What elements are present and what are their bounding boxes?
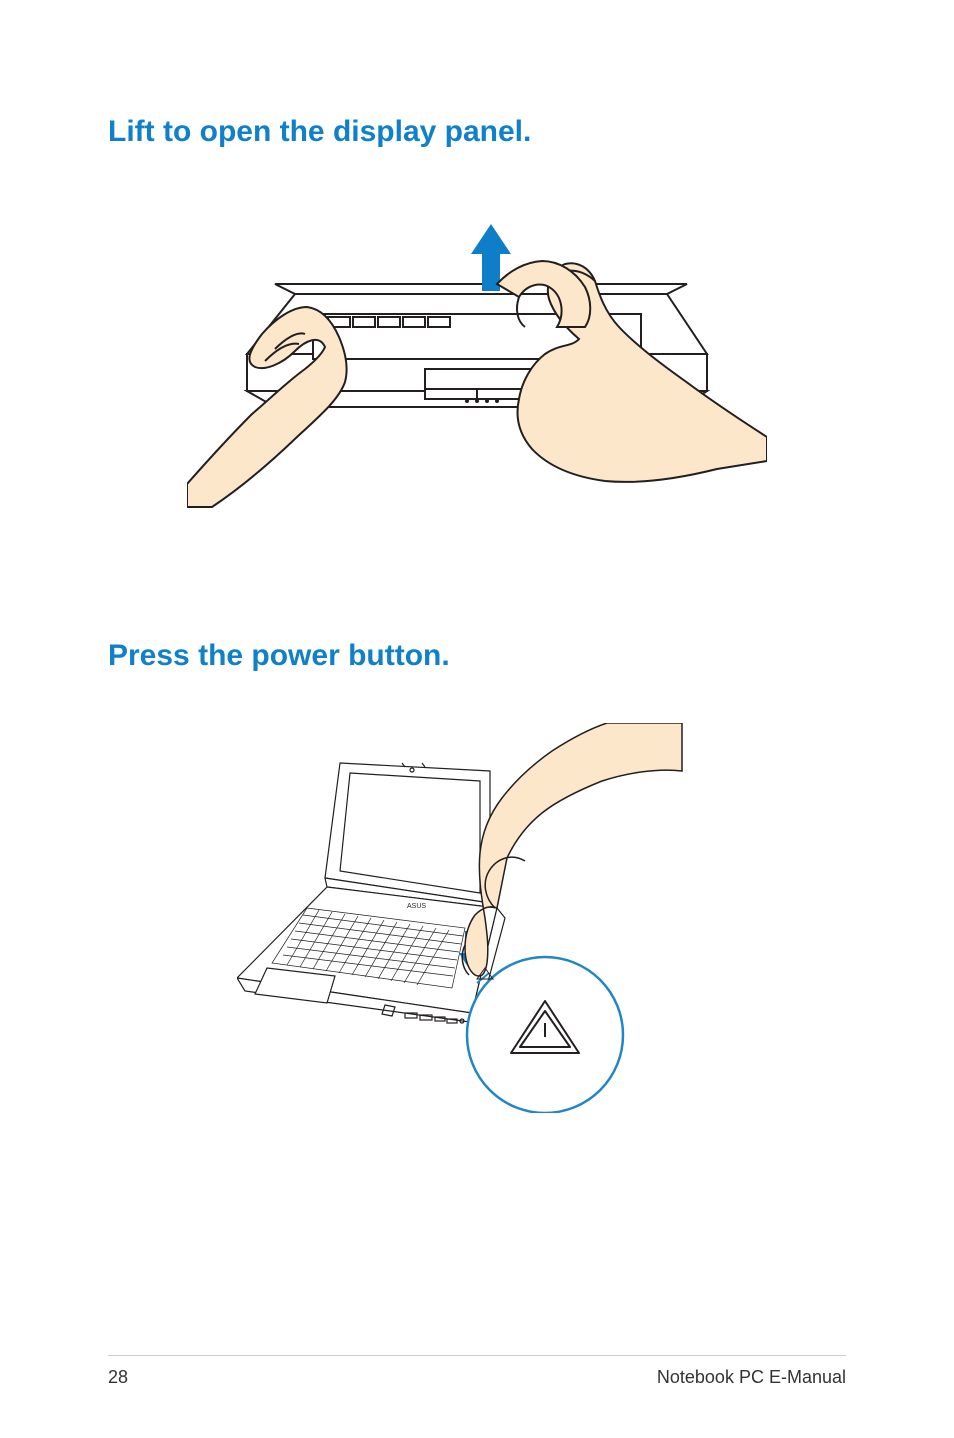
manual-page: Lift to open the display panel. xyxy=(0,0,954,1438)
left-hand-illustration xyxy=(187,307,347,507)
footer-manual-title: Notebook PC E-Manual xyxy=(657,1367,846,1388)
page-number: 28 xyxy=(108,1367,128,1388)
step2-heading: Press the power button. xyxy=(108,639,846,673)
power-button-magnifier xyxy=(467,957,623,1113)
svg-text:ASUS: ASUS xyxy=(407,903,426,910)
step1-illustration-container xyxy=(108,199,846,509)
press-power-illustration: ASUS xyxy=(237,723,717,1113)
lift-display-illustration xyxy=(187,199,767,509)
footer-divider xyxy=(108,1355,846,1356)
step2-illustration-container: ASUS xyxy=(108,723,846,1113)
step1-heading: Lift to open the display panel. xyxy=(108,115,846,149)
